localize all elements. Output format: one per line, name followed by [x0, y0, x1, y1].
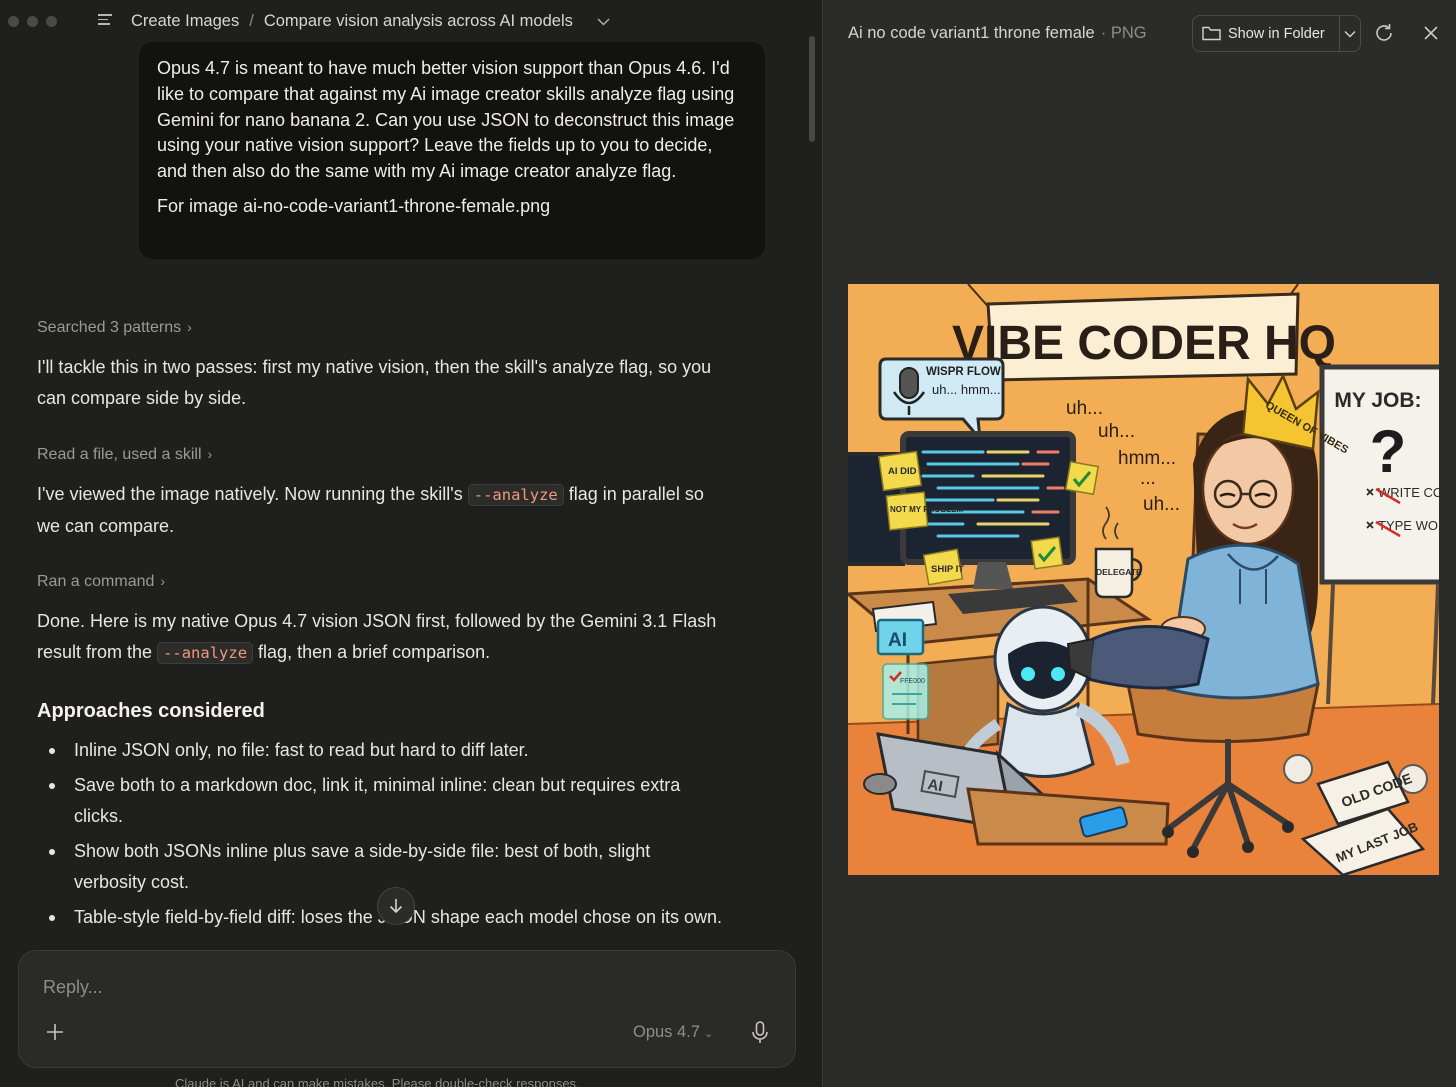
mouse [863, 773, 897, 795]
floating-word: uh... [1098, 421, 1135, 442]
disclaimer: Claude is AI and can make mistakes. Plea… [175, 1076, 580, 1087]
list-item: Save both to a markdown doc, link it, mi… [37, 770, 727, 832]
folder-icon [1202, 26, 1221, 41]
tool-step-searched[interactable]: Searched 3 patterns › [37, 319, 192, 337]
bubble-title: WISPR FLOW [926, 366, 1001, 378]
inline-code: --analyze [157, 642, 254, 664]
user-message: Opus 4.7 is meant to have much better vi… [139, 42, 765, 259]
scrollbar[interactable] [809, 36, 815, 142]
folder-label: AI [888, 630, 907, 651]
sticky-note: SHIP IT [931, 564, 964, 575]
text-run: flag, then a brief comparison. [253, 642, 491, 662]
scroll-to-bottom-button[interactable] [377, 887, 415, 925]
assistant-paragraph: I'll tackle this in two passes: first my… [37, 357, 712, 408]
chevron-right-icon: › [160, 573, 166, 589]
whiteboard-title: MY JOB: [1334, 389, 1421, 412]
laptop-logo: AI [926, 776, 944, 795]
chevron-right-icon: › [187, 319, 192, 335]
show-in-folder-main[interactable]: Show in Folder [1193, 26, 1339, 42]
whiteboard-item: WRITE CODE [1378, 485, 1439, 500]
user-message-body: Opus 4.7 is meant to have much better vi… [157, 58, 735, 182]
sidebar-toggle-icon[interactable] [98, 14, 112, 28]
sticky-note: AI DID IT [888, 466, 928, 477]
reply-input[interactable]: Reply... [43, 977, 103, 998]
list-item: Show both JSONs inline plus save a side-… [37, 836, 727, 898]
list-item: Inline JSON only, no file: fast to read … [37, 735, 727, 766]
window-controls[interactable] [8, 16, 57, 27]
user-message-footer: For image ai-no-code-variant1-throne-fem… [157, 195, 551, 216]
conversation-title[interactable]: Compare vision analysis across AI models [264, 12, 573, 31]
tool-step-ran-command[interactable]: Ran a command › [37, 573, 165, 591]
assistant-paragraph: Done. Here is my native Opus 4.7 vision … [37, 606, 727, 669]
close-icon[interactable] [1420, 22, 1442, 44]
microphone-icon[interactable] [750, 1021, 770, 1045]
text-run: I've viewed the image natively. Now runn… [37, 484, 468, 504]
inline-code: --analyze [467, 484, 564, 506]
holo-note: FFE000 [882, 663, 929, 720]
list-item-text: Save both to a markdown doc, link it, mi… [74, 775, 681, 826]
show-in-folder-button[interactable]: Show in Folder [1192, 15, 1361, 52]
section-heading: Approaches considered [37, 700, 265, 722]
refresh-icon[interactable] [1373, 22, 1395, 44]
assistant-paragraph: I've viewed the image natively. Now runn… [37, 479, 727, 542]
floating-word: ... [1140, 468, 1156, 489]
plus-icon[interactable] [46, 1021, 64, 1043]
breadcrumb-project[interactable]: Create Images [131, 12, 239, 31]
file-title: Ai no code variant1 throne female · PNG [848, 24, 1147, 43]
list-item-text: Show both JSONs inline plus save a side-… [74, 841, 651, 892]
floating-word: uh... [1066, 398, 1103, 419]
sticky-note: NOT MY PROBLEM [890, 505, 964, 514]
preview-pane: Ai no code variant1 throne female · PNG S… [822, 0, 1456, 1087]
chevron-down-icon: ⌄ [703, 1028, 714, 1040]
tool-step-label: Ran a command [37, 573, 155, 590]
minimize-window-dot[interactable] [27, 16, 38, 27]
file-name: Ai no code variant1 throne female [848, 24, 1095, 42]
reply-composer[interactable]: Reply... Opus 4.7 ⌄ [18, 950, 796, 1068]
image-preview: VIBE CODER HQ WISPR FLOW uh... hmm... uh… [841, 283, 1456, 877]
bubble-text: uh... hmm... [932, 382, 1001, 397]
file-type: · PNG [1100, 24, 1147, 42]
mug-text: DELEGATE [1096, 567, 1142, 577]
illustration: VIBE CODER HQ WISPR FLOW uh... hmm... uh… [841, 283, 1456, 877]
tool-step-read-file[interactable]: Read a file, used a skill › [37, 446, 212, 464]
zoom-window-dot[interactable] [46, 16, 57, 27]
floating-word: uh... [1143, 494, 1180, 515]
model-selector[interactable]: Opus 4.7 ⌄ [633, 1023, 713, 1042]
model-name: Opus 4.7 [633, 1023, 700, 1041]
close-window-dot[interactable] [8, 16, 19, 27]
chevron-down-icon[interactable] [597, 14, 610, 29]
arrow-down-icon [389, 899, 403, 914]
whiteboard-item: TYPE WORDS [1378, 518, 1439, 533]
chevron-right-icon: › [207, 446, 213, 462]
chevron-down-icon[interactable] [1340, 30, 1360, 38]
breadcrumb: Create Images / Compare vision analysis … [131, 12, 610, 31]
banner-text: VIBE CODER HQ [952, 317, 1336, 370]
whiteboard-qmark: ? [1370, 418, 1407, 485]
floating-word: hmm... [1118, 448, 1176, 469]
tool-step-label: Searched 3 patterns [37, 319, 182, 336]
list-item-text: Inline JSON only, no file: fast to read … [74, 740, 529, 760]
tool-step-label: Read a file, used a skill [37, 446, 202, 463]
holo-note-text: FFE000 [900, 678, 925, 685]
show-in-folder-label: Show in Folder [1228, 25, 1325, 42]
breadcrumb-separator: / [249, 12, 254, 30]
chat-pane: Create Images / Compare vision analysis … [0, 0, 822, 1087]
